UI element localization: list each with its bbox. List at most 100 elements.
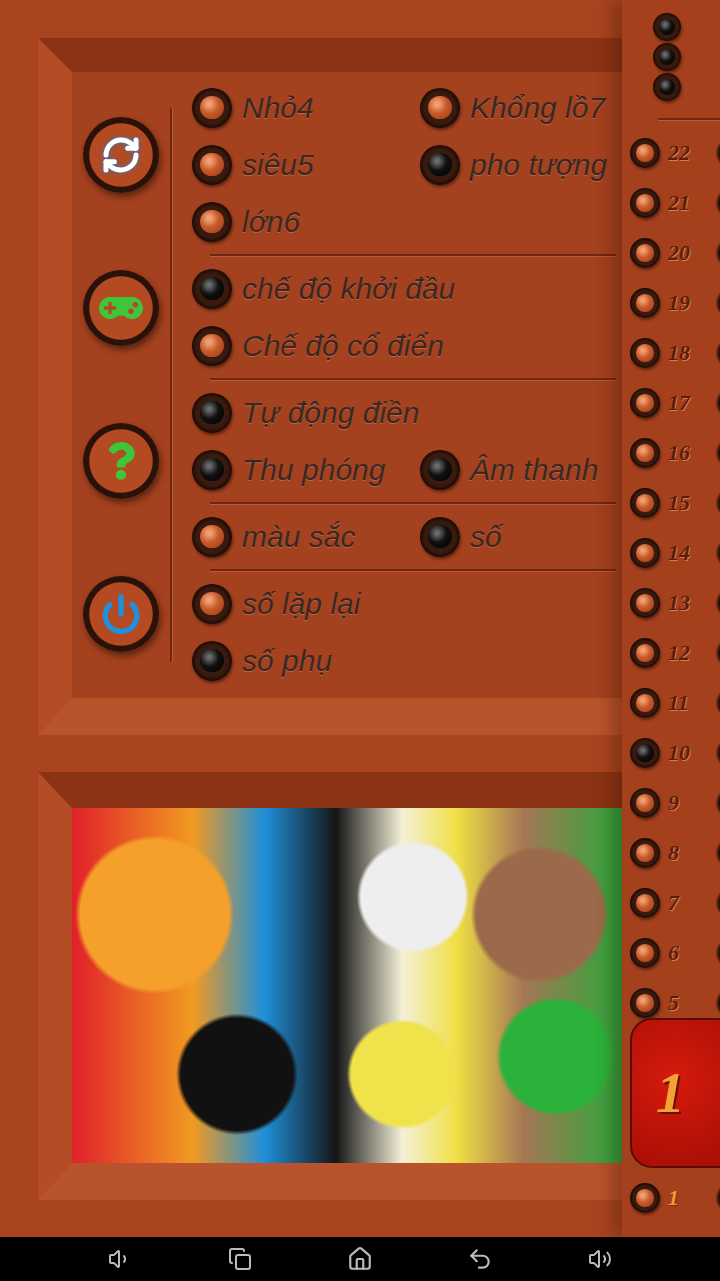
level-radio-secondary[interactable] (716, 788, 720, 818)
level-radio[interactable] (630, 838, 660, 868)
level-row[interactable]: 17 (622, 378, 720, 428)
level-row[interactable]: 8 (622, 828, 720, 878)
option[interactable]: số phụ (192, 641, 332, 681)
level-radio[interactable] (630, 588, 660, 618)
level-row[interactable]: 1 (622, 1173, 720, 1223)
level-number: 12 (668, 640, 704, 666)
option[interactable]: số lặp lại (192, 584, 360, 624)
level-radio[interactable] (630, 138, 660, 168)
level-radio[interactable] (630, 988, 660, 1018)
option[interactable]: lớn6 (192, 202, 300, 242)
level-radio[interactable] (630, 238, 660, 268)
back-button[interactable] (455, 1239, 505, 1279)
level-radio[interactable] (630, 288, 660, 318)
level-row[interactable]: 18 (622, 328, 720, 378)
option-row: số lặp lại (192, 575, 622, 632)
option-radio[interactable] (420, 145, 460, 185)
level-row[interactable]: 11 (622, 678, 720, 728)
level-radio[interactable] (630, 788, 660, 818)
level-radio-secondary[interactable] (716, 588, 720, 618)
option[interactable]: pho tượng (420, 145, 607, 185)
option-radio[interactable] (192, 88, 232, 128)
option-radio[interactable] (192, 450, 232, 490)
level-row[interactable]: 12 (622, 628, 720, 678)
level-radio-secondary[interactable] (716, 638, 720, 668)
side-button[interactable] (83, 270, 159, 346)
level-radio-secondary[interactable] (716, 688, 720, 718)
option[interactable]: số (420, 517, 502, 557)
level-radio[interactable] (630, 888, 660, 918)
option-radio[interactable] (192, 202, 232, 242)
option[interactable]: Khổng lồ7 (420, 88, 605, 128)
level-radio-secondary[interactable] (716, 138, 720, 168)
level-row[interactable]: 19 (622, 278, 720, 328)
option[interactable]: siêu5 (192, 145, 420, 185)
level-radio-secondary[interactable] (716, 438, 720, 468)
option-radio[interactable] (192, 145, 232, 185)
level-radio[interactable] (630, 688, 660, 718)
level-radio[interactable] (630, 188, 660, 218)
level-radio[interactable] (630, 438, 660, 468)
level-radio-secondary[interactable] (716, 838, 720, 868)
side-button[interactable] (83, 117, 159, 193)
level-row[interactable]: 14 (622, 528, 720, 578)
option-radio[interactable] (192, 269, 232, 309)
option-radio[interactable] (420, 88, 460, 128)
level-radio[interactable] (630, 638, 660, 668)
header-radio[interactable] (653, 73, 681, 101)
level-radio-secondary[interactable] (716, 288, 720, 318)
option[interactable]: Tự động điền (192, 393, 419, 433)
option-radio[interactable] (192, 641, 232, 681)
level-row[interactable]: 22 (622, 128, 720, 178)
back-icon (467, 1246, 493, 1272)
home-button[interactable] (335, 1239, 385, 1279)
level-radio-secondary[interactable] (716, 938, 720, 968)
option-radio[interactable] (192, 326, 232, 366)
level-row[interactable]: 15 (622, 478, 720, 528)
option-radio[interactable] (420, 517, 460, 557)
level-radio-secondary[interactable] (716, 188, 720, 218)
level-radio[interactable] (630, 538, 660, 568)
option-radio[interactable] (192, 393, 232, 433)
option[interactable]: Thu phóng (192, 450, 420, 490)
level-row[interactable]: 7 (622, 878, 720, 928)
option[interactable]: màu sắc (192, 517, 420, 557)
option[interactable]: Nhỏ4 (192, 88, 420, 128)
level-radio[interactable] (630, 738, 660, 768)
side-button[interactable] (83, 576, 159, 652)
level-radio-secondary[interactable] (716, 988, 720, 1018)
option[interactable]: chế độ khởi đầu (192, 269, 455, 309)
level-row[interactable]: 9 (622, 778, 720, 828)
level-radio-secondary[interactable] (716, 538, 720, 568)
level-radio-secondary[interactable] (716, 388, 720, 418)
level-row[interactable]: 21 (622, 178, 720, 228)
level-radio-secondary[interactable] (716, 488, 720, 518)
level-radio[interactable] (630, 338, 660, 368)
option[interactable]: Âm thanh (420, 450, 598, 490)
level-row[interactable]: 16 (622, 428, 720, 478)
level-radio-secondary[interactable] (716, 738, 720, 768)
side-button[interactable] (83, 423, 159, 499)
header-radio[interactable] (653, 43, 681, 71)
option-radio[interactable] (192, 584, 232, 624)
level-radio[interactable] (630, 488, 660, 518)
level-radio-secondary[interactable] (716, 338, 720, 368)
level-radio-secondary[interactable] (716, 1183, 720, 1213)
option-radio[interactable] (420, 450, 460, 490)
volume-up-button[interactable] (575, 1239, 625, 1279)
level-row[interactable]: 10 (622, 728, 720, 778)
level-radio[interactable] (630, 1183, 660, 1213)
volume-down-button[interactable] (95, 1239, 145, 1279)
level-radio-secondary[interactable] (716, 888, 720, 918)
recents-button[interactable] (215, 1239, 265, 1279)
header-radio[interactable] (653, 13, 681, 41)
refresh-icon (101, 135, 141, 175)
level-row[interactable]: 13 (622, 578, 720, 628)
level-radio-secondary[interactable] (716, 238, 720, 268)
level-row[interactable]: 20 (622, 228, 720, 278)
level-radio[interactable] (630, 938, 660, 968)
level-radio[interactable] (630, 388, 660, 418)
option[interactable]: Chế độ cổ điển (192, 326, 444, 366)
option-radio[interactable] (192, 517, 232, 557)
level-row[interactable]: 6 (622, 928, 720, 978)
